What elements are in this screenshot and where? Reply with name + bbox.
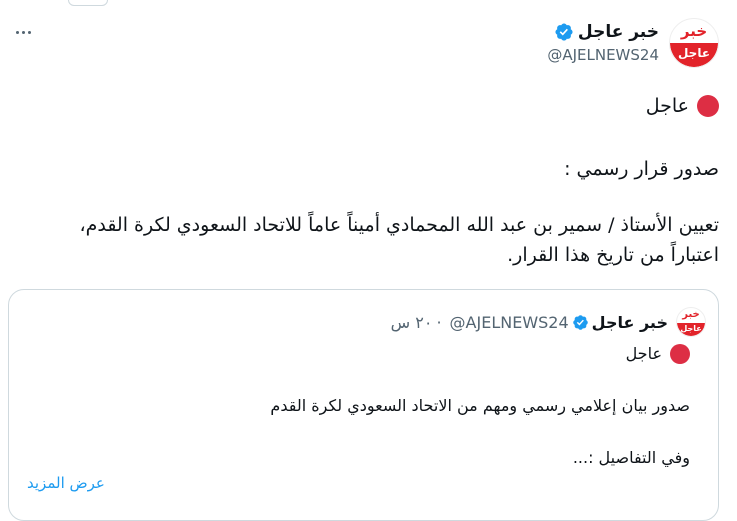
quoted-avatar-logo-bottom: عاجل [677,323,705,336]
quoted-display-name: خبر عاجل [591,312,668,332]
red-circle-emoji [697,95,719,117]
verified-icon [572,314,588,330]
quoted-text: عاجل صدور بيان إعلامي رسمي ومهم من الاتح… [9,339,718,471]
avatar-logo-top: خبر [680,22,708,40]
tweet-header: خبر عاجل خبر عاجل @AJELNEWS24 [547,18,719,72]
quoted-tweet-card[interactable]: خبر عاجل خبر عاجل @AJELNEWS24 · ٢٠ س عاج… [8,289,719,521]
more-options-button[interactable] [10,22,36,42]
separator-dot: · [436,312,442,332]
quoted-line-2: وفي التفاصيل :... [572,448,690,467]
quoted-line-1: صدور بيان إعلامي رسمي ومهم من الاتحاد ال… [270,396,690,415]
tweet-text: عاجل صدور قرار رسمي : تعيين الأستاذ / سم… [40,92,719,270]
quoted-avatar-logo-top: خبر [682,309,700,320]
breaking-label: عاجل [645,95,689,117]
quoted-header: خبر عاجل خبر عاجل @AJELNEWS24 · ٢٠ س [9,306,718,338]
tweet-line-2: تعيين الأستاذ / سمير بن عبد الله المحماد… [79,214,719,266]
verified-icon [555,23,573,41]
show-more-link[interactable]: عرض المزيد [27,474,105,492]
quoted-handle: @AJELNEWS24 [449,312,569,332]
avatar-logo-bottom: عاجل [670,43,718,67]
more-icon [15,30,19,34]
avatar[interactable]: خبر عاجل [669,18,719,68]
tweet-line-1: صدور قرار رسمي : [564,158,719,180]
red-circle-emoji [670,344,690,364]
quoted-timestamp[interactable]: ٢٠ س [391,313,433,332]
quoted-avatar: خبر عاجل [676,307,706,337]
account-identity: خبر عاجل @AJELNEWS24 [547,18,659,64]
display-name[interactable]: خبر عاجل [578,22,659,42]
previous-card-edge [68,0,108,6]
handle[interactable]: @AJELNEWS24 [547,46,659,64]
quoted-breaking-label: عاجل [625,344,662,363]
